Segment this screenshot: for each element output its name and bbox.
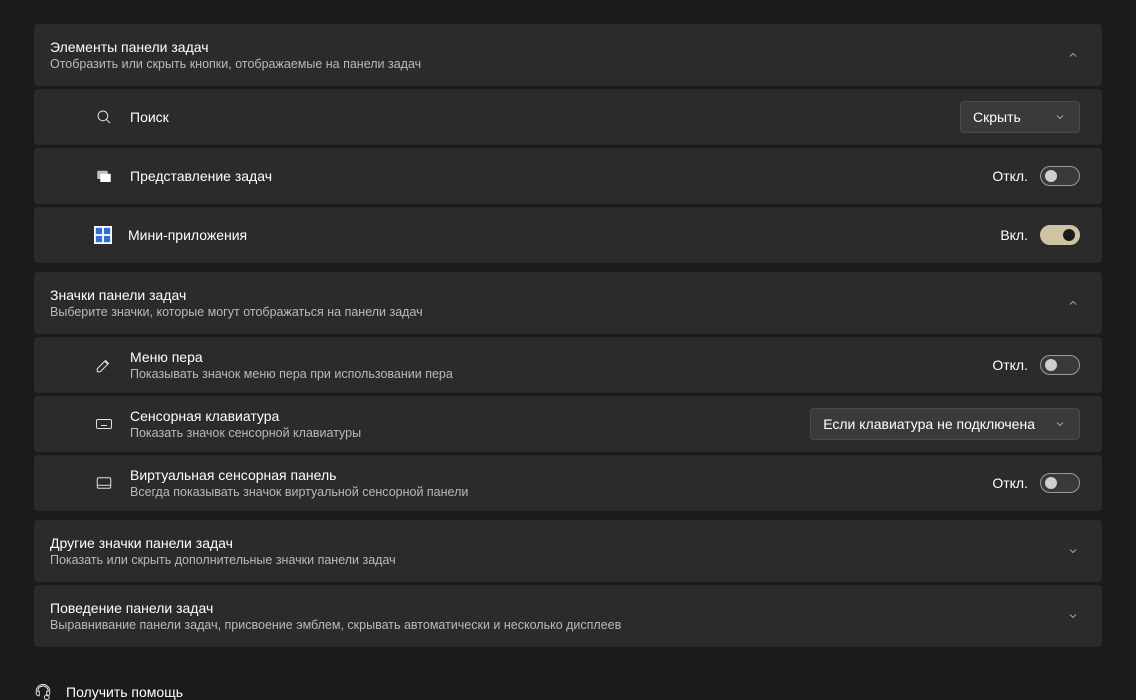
row-pen-menu: Меню пера Показывать значок меню пера пр… (34, 337, 1102, 393)
chevron-down-icon (1066, 544, 1080, 558)
pen-icon (94, 355, 114, 375)
row-label: Мини-приложения (128, 227, 247, 243)
chevron-up-icon (1066, 296, 1080, 310)
chevron-down-icon (1066, 609, 1080, 623)
help-icon: ? (34, 683, 52, 700)
dropdown-search-visibility[interactable]: Скрыть (960, 101, 1080, 133)
section-taskbar-icons[interactable]: Значки панели задач Выберите значки, кот… (34, 272, 1102, 334)
search-icon (94, 107, 114, 127)
row-label: Виртуальная сенсорная панель (130, 467, 468, 483)
toggle-state-label: Вкл. (1000, 227, 1028, 243)
toggle-widgets[interactable] (1040, 225, 1080, 245)
row-taskview: Представление задач Откл. (34, 148, 1102, 204)
row-sub: Всегда показывать значок виртуальной сен… (130, 485, 468, 499)
dropdown-touch-keyboard[interactable]: Если клавиатура не подключена (810, 408, 1080, 440)
dropdown-value: Скрыть (973, 109, 1021, 125)
section-title: Другие значки панели задач (50, 535, 396, 551)
section-titles: Значки панели задач Выберите значки, кот… (50, 287, 423, 319)
toggle-virtual-touchpad[interactable] (1040, 473, 1080, 493)
toggle-state-label: Откл. (992, 475, 1028, 491)
section-titles: Поведение панели задач Выравнивание пане… (50, 600, 621, 632)
widgets-icon (94, 226, 112, 244)
section-subtitle: Выравнивание панели задач, присвоение эм… (50, 618, 621, 632)
row-label: Поиск (130, 109, 169, 125)
section-titles: Элементы панели задач Отобразить или скр… (50, 39, 421, 71)
row-sub: Показывать значок меню пера при использо… (130, 367, 453, 381)
row-touch-keyboard: Сенсорная клавиатура Показать значок сен… (34, 396, 1102, 452)
section-other-icons[interactable]: Другие значки панели задач Показать или … (34, 520, 1102, 582)
section-title: Поведение панели задач (50, 600, 621, 616)
section-title: Элементы панели задач (50, 39, 421, 55)
taskview-icon (94, 166, 114, 186)
section-subtitle: Отобразить или скрыть кнопки, отображаем… (50, 57, 421, 71)
help-label: Получить помощь (66, 684, 183, 700)
section-titles: Другие значки панели задач Показать или … (50, 535, 396, 567)
section-title: Значки панели задач (50, 287, 423, 303)
row-search: Поиск Скрыть (34, 89, 1102, 145)
toggle-state-label: Откл. (992, 357, 1028, 373)
row-widgets: Мини-приложения Вкл. (34, 207, 1102, 263)
keyboard-icon (94, 414, 114, 434)
section-taskbar-elements[interactable]: Элементы панели задач Отобразить или скр… (34, 24, 1102, 86)
row-label: Представление задач (130, 168, 272, 184)
section-subtitle: Показать или скрыть дополнительные значк… (50, 553, 396, 567)
dropdown-value: Если клавиатура не подключена (823, 416, 1035, 432)
chevron-down-icon (1053, 417, 1067, 431)
section-taskbar-behavior[interactable]: Поведение панели задач Выравнивание пане… (34, 585, 1102, 647)
toggle-pen-menu[interactable] (1040, 355, 1080, 375)
row-sub: Показать значок сенсорной клавиатуры (130, 426, 361, 440)
chevron-up-icon (1066, 48, 1080, 62)
toggle-state-label: Откл. (992, 168, 1028, 184)
touchpad-icon (94, 473, 114, 493)
row-label: Меню пера (130, 349, 453, 365)
section-subtitle: Выберите значки, которые могут отображат… (50, 305, 423, 319)
get-help-link[interactable]: ? Получить помощь (34, 683, 1102, 700)
row-label: Сенсорная клавиатура (130, 408, 361, 424)
row-virtual-touchpad: Виртуальная сенсорная панель Всегда пока… (34, 455, 1102, 511)
toggle-taskview[interactable] (1040, 166, 1080, 186)
svg-text:?: ? (46, 696, 48, 700)
chevron-down-icon (1053, 110, 1067, 124)
